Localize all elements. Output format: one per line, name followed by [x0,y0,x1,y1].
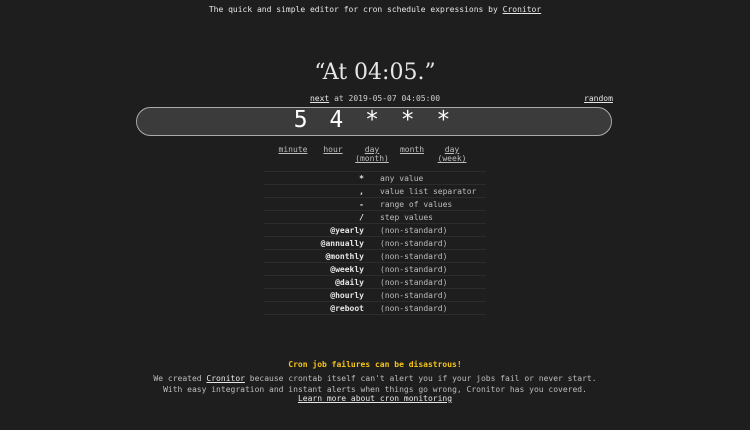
legend-row: @weekly (non-standard) [264,262,486,276]
legend-description: any value [380,171,486,185]
part-day-of-month[interactable]: day (month) [352,145,392,163]
part-day-of-week-sub: (week) [437,154,467,163]
legend-symbol: @monthly [264,249,380,263]
legend-description: step values [380,210,486,224]
tagline-text: The quick and simple editor for cron sch… [208,5,498,14]
learn-more-link[interactable]: Learn more about cron monitoring [298,394,452,403]
legend-description: (non-standard) [380,301,486,315]
next-link[interactable]: next [310,94,329,103]
legend-row: @annually (non-standard) [264,236,486,250]
cta-line-1-suffix: because crontab itself can't alert you i… [249,374,597,383]
legend-row: * any value [264,171,486,185]
legend-row: @hourly (non-standard) [264,288,486,302]
legend-row: , value list separator [264,184,486,198]
legend-symbol: @weekly [264,262,380,276]
legend-description: (non-standard) [380,249,486,263]
legend-description: (non-standard) [380,288,486,302]
part-minute-label: minute [278,145,308,154]
legend-description: (non-standard) [380,223,486,237]
part-hour-label: hour [323,145,343,154]
legend-row: @reboot (non-standard) [264,301,486,315]
crontab-guru-page: The quick and simple editor for cron sch… [0,0,750,430]
legend-row: / step values [264,210,486,224]
legend-symbol: @yearly [264,223,380,237]
part-month[interactable]: month [397,145,427,154]
syntax-legend-table: * any value , value list separator - range … [264,171,486,315]
tagline: The quick and simple editor for cron sch… [0,5,750,14]
legend-row: - range of values [264,197,486,211]
part-day-of-month-label: day [364,145,380,154]
legend-symbol: @annually [264,236,380,250]
legend-symbol: @reboot [264,301,380,315]
legend-description: value list separator [380,184,486,198]
legend-symbol: * [264,171,380,185]
legend-row: @monthly (non-standard) [264,249,486,263]
human-readable-description: “At 04:05.” [314,60,436,85]
next-run-row: next at 2019-05-07 04:05:00 [0,94,750,103]
legend-symbol: , [264,184,380,198]
footer-cut-off [0,424,750,430]
cta-line-2: With easy integration and instant alerts… [163,385,587,394]
legend-description: (non-standard) [380,262,486,276]
cta-cronitor-link[interactable]: Cronitor [206,374,245,383]
part-day-of-month-sub: (month) [355,154,389,163]
next-run-text: at 2019-05-07 04:05:00 [334,94,441,103]
cta-learn-more-row: Learn more about cron monitoring [0,394,750,403]
legend-row: @yearly (non-standard) [264,223,486,237]
legend-symbol: @daily [264,275,380,289]
part-day-of-week-label: day [444,145,460,154]
part-hour[interactable]: hour [320,145,346,154]
legend-row: @daily (non-standard) [264,275,486,289]
cta-title: Cron job failures can be disastrous! [288,360,462,369]
part-month-label: month [399,145,425,154]
cron-expression-input[interactable] [137,106,611,133]
part-minute[interactable]: minute [276,145,310,154]
legend-description: (non-standard) [380,275,486,289]
legend-symbol: @hourly [264,288,380,302]
legend-symbol: - [264,197,380,211]
legend-description: (non-standard) [380,236,486,250]
legend-symbol: / [264,210,380,224]
part-day-of-week[interactable]: day (week) [434,145,470,163]
cronitor-brand-link[interactable]: Cronitor [503,5,542,14]
legend-description: range of values [380,197,486,211]
random-link[interactable]: random [584,94,613,103]
cta-line-1-prefix: We created [153,374,202,383]
cta-line-1: We created Cronitor because crontab itse… [0,374,750,383]
cron-expression-box [136,106,612,136]
